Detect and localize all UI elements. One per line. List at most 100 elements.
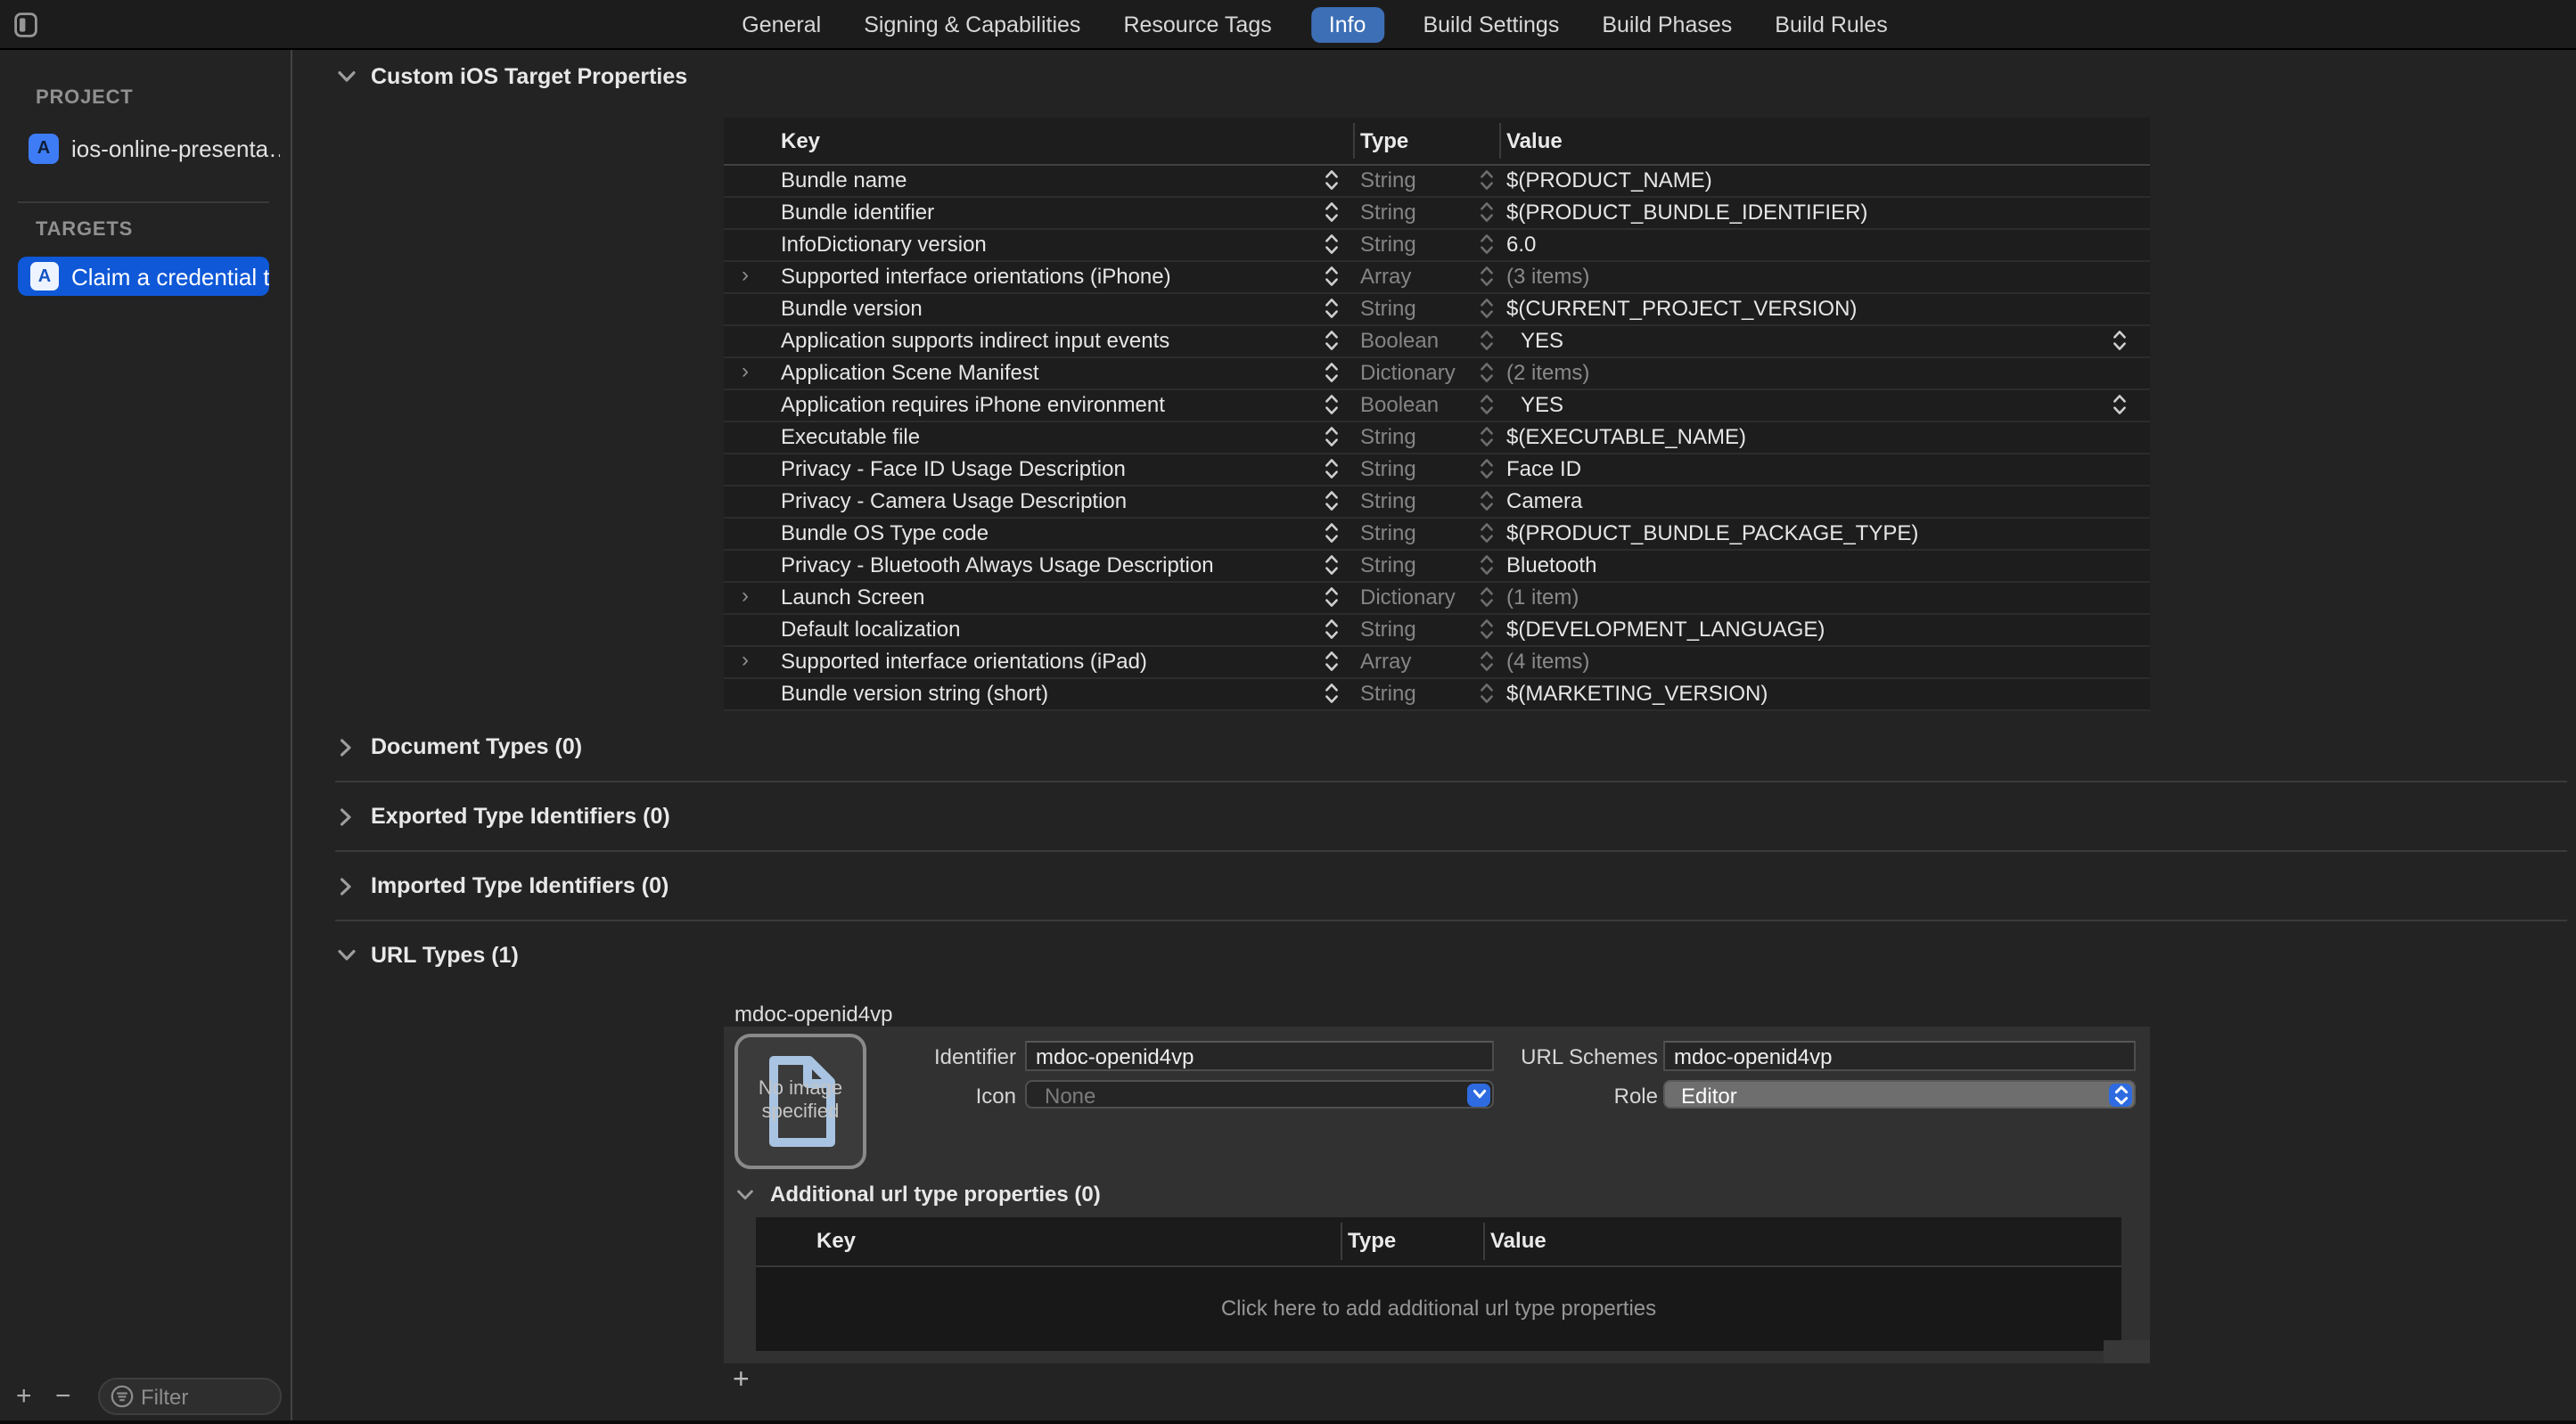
row-key: Launch Screen	[781, 582, 924, 612]
section-title: URL Types (1)	[371, 943, 519, 968]
key-stepper-icon[interactable]	[1325, 325, 1339, 356]
section-url-types[interactable]: URL Types (1)	[335, 943, 519, 968]
type-stepper-icon[interactable]	[1480, 486, 1494, 516]
key-stepper-icon[interactable]	[1325, 486, 1339, 516]
row-type: String	[1360, 165, 1416, 195]
table-row[interactable]: ›Supported interface orientations (iPhon…	[724, 261, 2150, 293]
key-stepper-icon[interactable]	[1325, 646, 1339, 676]
table-row[interactable]: Bundle version String $(CURRENT_PROJECT_…	[724, 293, 2150, 325]
section-divider	[335, 920, 2567, 921]
table-row[interactable]: Application requires iPhone environment …	[724, 389, 2150, 421]
type-stepper-icon[interactable]	[1480, 261, 1494, 291]
disclosure-triangle-icon[interactable]: ›	[742, 259, 749, 290]
type-stepper-icon[interactable]	[1480, 325, 1494, 356]
tab-resource-tags[interactable]: Resource Tags	[1120, 7, 1275, 43]
key-stepper-icon[interactable]	[1325, 421, 1339, 452]
add-url-type-button[interactable]: +	[733, 1365, 750, 1397]
sidebar-toggle-icon[interactable]	[14, 12, 37, 37]
section-custom-ios-target-properties[interactable]: Custom iOS Target Properties	[335, 64, 687, 89]
row-key: Application Scene Manifest	[781, 357, 1039, 388]
key-stepper-icon[interactable]	[1325, 389, 1339, 420]
section-imported-type-identifiers[interactable]: Imported Type Identifiers (0)	[335, 873, 669, 898]
tab-general[interactable]: General	[738, 7, 824, 43]
section-exported-type-identifiers[interactable]: Exported Type Identifiers (0)	[335, 804, 670, 829]
table-row[interactable]: ›Launch Screen Dictionary (1 item)	[724, 582, 2150, 614]
type-stepper-icon[interactable]	[1480, 229, 1494, 259]
icon-combo-box[interactable]: None	[1025, 1080, 1494, 1109]
table-row[interactable]: Bundle OS Type code String $(PRODUCT_BUN…	[724, 518, 2150, 550]
boolean-popup-stepper-icon[interactable]	[2112, 325, 2127, 356]
identifier-input[interactable]	[1025, 1041, 1494, 1071]
disclosure-triangle-icon[interactable]: ›	[742, 580, 749, 610]
table-row[interactable]: Privacy - Face ID Usage Description Stri…	[724, 454, 2150, 486]
type-stepper-icon[interactable]	[1480, 550, 1494, 580]
url-type-card: No image specified Identifier URL Scheme…	[724, 1027, 2150, 1363]
type-stepper-icon[interactable]	[1480, 389, 1494, 420]
column-divider	[1499, 122, 1501, 158]
type-stepper-icon[interactable]	[1480, 614, 1494, 644]
row-value: $(MARKETING_VERSION)	[1506, 678, 1768, 708]
key-stepper-icon[interactable]	[1325, 454, 1339, 484]
row-value: Face ID	[1506, 454, 1581, 484]
disclosure-triangle-icon[interactable]: ›	[742, 644, 749, 675]
section-title: Document Types (0)	[371, 734, 582, 759]
row-type: Array	[1360, 261, 1411, 291]
add-target-button[interactable]: +	[16, 1379, 32, 1415]
add-additional-properties-link[interactable]: Click here to add additional url type pr…	[756, 1296, 2121, 1321]
key-stepper-icon[interactable]	[1325, 582, 1339, 612]
key-stepper-icon[interactable]	[1325, 261, 1339, 291]
table-row[interactable]: InfoDictionary version String 6.0	[724, 229, 2150, 261]
type-stepper-icon[interactable]	[1480, 582, 1494, 612]
tab-build-settings[interactable]: Build Settings	[1419, 7, 1563, 43]
key-stepper-icon[interactable]	[1325, 550, 1339, 580]
type-stepper-icon[interactable]	[1480, 293, 1494, 323]
table-row[interactable]: Bundle identifier String $(PRODUCT_BUNDL…	[724, 197, 2150, 229]
target-filter-field[interactable]	[98, 1378, 282, 1415]
key-stepper-icon[interactable]	[1325, 678, 1339, 708]
tab-signing-capabilities[interactable]: Signing & Capabilities	[860, 7, 1084, 43]
table-row[interactable]: Privacy - Bluetooth Always Usage Descrip…	[724, 550, 2150, 582]
type-stepper-icon[interactable]	[1480, 454, 1494, 484]
column-header-value: Value	[1490, 1228, 1546, 1253]
chevron-right-icon	[335, 806, 357, 827]
key-stepper-icon[interactable]	[1325, 518, 1339, 548]
key-stepper-icon[interactable]	[1325, 197, 1339, 227]
key-stepper-icon[interactable]	[1325, 293, 1339, 323]
tab-build-rules[interactable]: Build Rules	[1771, 7, 1891, 43]
table-row[interactable]: Default localization String $(DEVELOPMEN…	[724, 614, 2150, 646]
type-stepper-icon[interactable]	[1480, 646, 1494, 676]
tab-build-phases[interactable]: Build Phases	[1598, 7, 1735, 43]
table-row[interactable]: Bundle name String $(PRODUCT_NAME)	[724, 165, 2150, 197]
table-row[interactable]: Application supports indirect input even…	[724, 325, 2150, 357]
key-stepper-icon[interactable]	[1325, 357, 1339, 388]
section-document-types[interactable]: Document Types (0)	[335, 734, 582, 759]
tab-info[interactable]: Info	[1311, 7, 1384, 43]
filter-input[interactable]	[141, 1384, 255, 1409]
type-stepper-icon[interactable]	[1480, 678, 1494, 708]
sidebar-item-project[interactable]: A ios-online-presenta…	[29, 130, 280, 166]
type-stepper-icon[interactable]	[1480, 357, 1494, 388]
url-schemes-input[interactable]	[1663, 1041, 2136, 1071]
key-stepper-icon[interactable]	[1325, 229, 1339, 259]
key-stepper-icon[interactable]	[1325, 614, 1339, 644]
table-empty-area: Click here to add additional url type pr…	[756, 1265, 2121, 1351]
table-row[interactable]: ›Supported interface orientations (iPad)…	[724, 646, 2150, 678]
type-stepper-icon[interactable]	[1480, 421, 1494, 452]
table-row[interactable]: Privacy - Camera Usage Description Strin…	[724, 486, 2150, 518]
additional-url-type-properties-header[interactable]: Additional url type properties (0)	[736, 1178, 1101, 1210]
table-row[interactable]: ›Application Scene Manifest Dictionary (…	[724, 357, 2150, 389]
role-popup-button[interactable]: Editor	[1663, 1080, 2136, 1109]
remove-target-button[interactable]: −	[55, 1379, 71, 1415]
section-title: Imported Type Identifiers (0)	[371, 873, 669, 898]
type-stepper-icon[interactable]	[1480, 165, 1494, 195]
sidebar-item-target-selected[interactable]: A Claim a credential t…	[18, 257, 269, 296]
disclosure-triangle-icon[interactable]: ›	[742, 356, 749, 386]
url-type-image-well[interactable]: No image specified	[734, 1034, 866, 1169]
key-stepper-icon[interactable]	[1325, 165, 1339, 195]
type-stepper-icon[interactable]	[1480, 518, 1494, 548]
table-row[interactable]: Executable file String $(EXECUTABLE_NAME…	[724, 421, 2150, 454]
column-divider	[1483, 1223, 1485, 1260]
boolean-popup-stepper-icon[interactable]	[2112, 389, 2127, 420]
type-stepper-icon[interactable]	[1480, 197, 1494, 227]
table-row[interactable]: Bundle version string (short) String $(M…	[724, 678, 2150, 710]
